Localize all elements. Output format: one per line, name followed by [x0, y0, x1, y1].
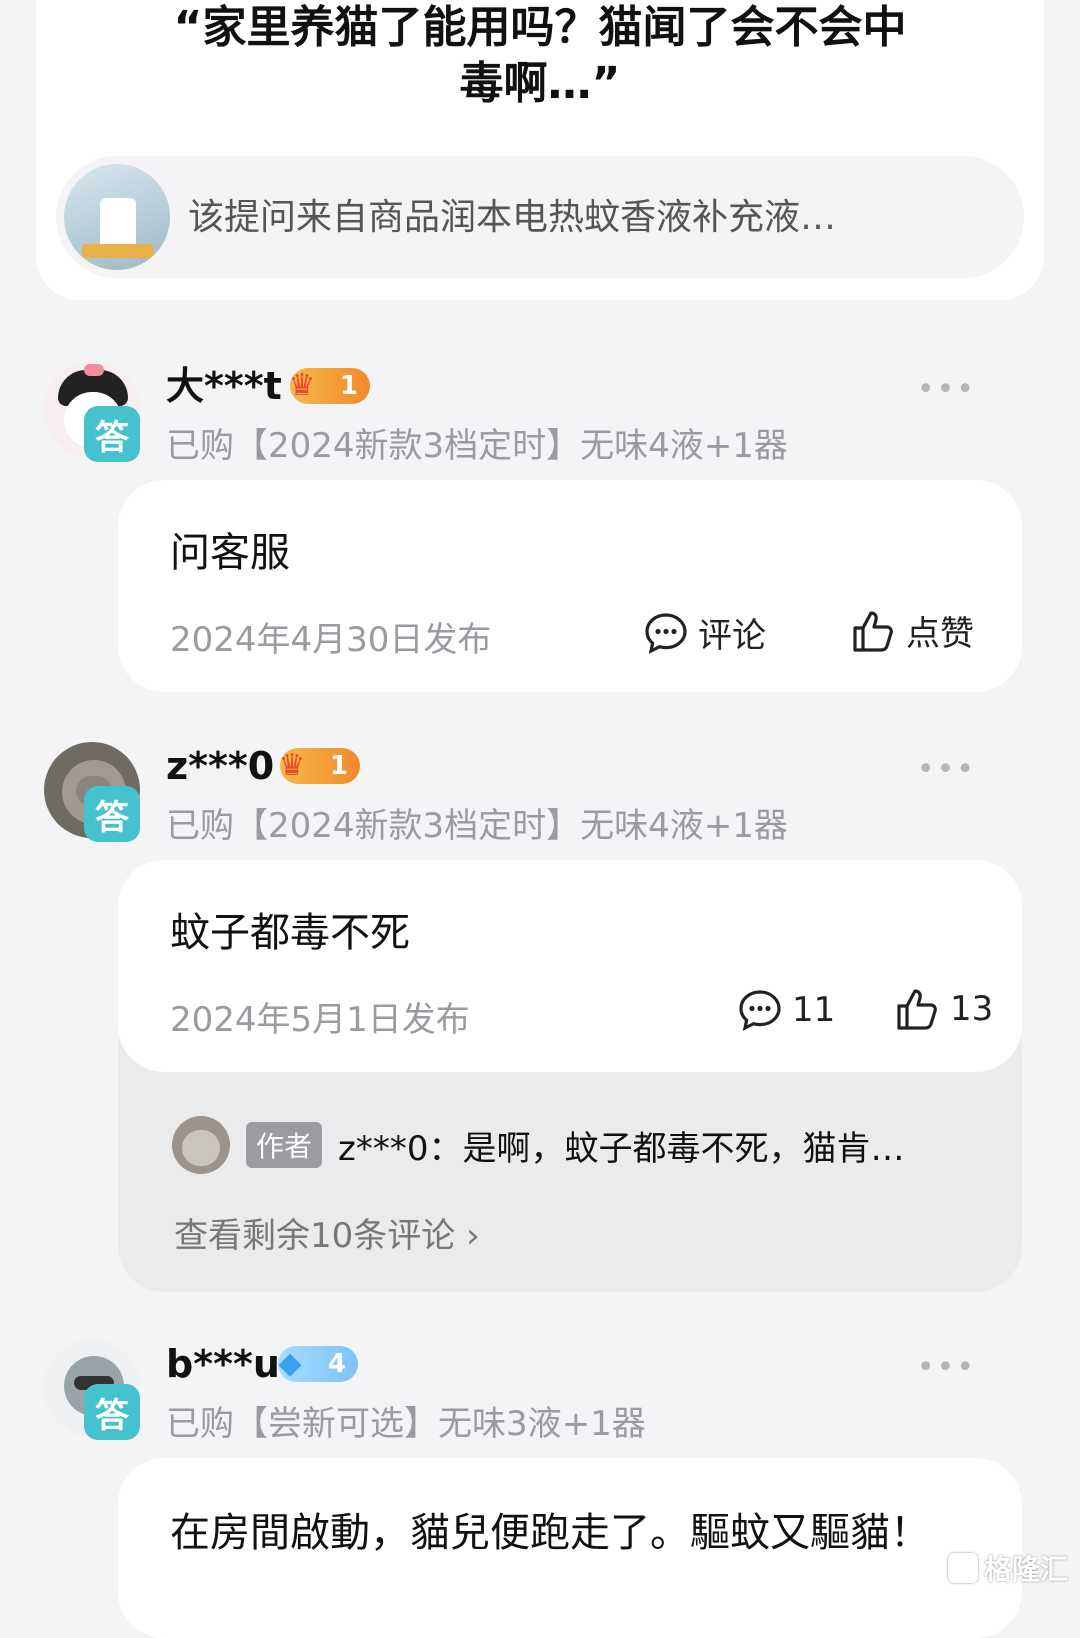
reply-avatar	[172, 1116, 230, 1174]
answer-content: 在房間啟動，貓兒便跑走了。驅蚊又驅貓！	[170, 1510, 930, 1556]
like-button[interactable]: 点赞	[850, 606, 974, 655]
purchase-info: 已购【2024新款3档定时】无味4液+1器	[166, 426, 788, 466]
publish-date: 2024年5月1日发布	[170, 1000, 470, 1040]
like-button[interactable]: 13	[894, 986, 993, 1032]
purchase-info: 已购【尝新可选】无味3液+1器	[166, 1404, 646, 1444]
view-more-comments-link[interactable]: 查看剩余10条评论 ›	[174, 1208, 480, 1257]
reply-text: z***0：是啊，蚊子都毒不死，猫肯…	[338, 1128, 905, 1169]
thumbs-up-icon	[897, 989, 937, 1030]
comment-icon	[645, 612, 687, 654]
question-card: “家里养猫了能用吗？猫闻了会不会中毒啊…” 该提问来自商品润本电热蚊香液补充液…	[36, 0, 1044, 300]
answer-badge: 答	[84, 1384, 140, 1440]
username[interactable]: z***0	[166, 742, 274, 790]
crown-icon: ♛	[288, 368, 316, 403]
level-badge: ♛ 1	[279, 748, 360, 784]
answer-bubble: 蚊子都毒不死 2024年5月1日发布 11 13	[118, 860, 1022, 1072]
more-options-icon[interactable]: •••	[917, 752, 976, 787]
username[interactable]: b***u	[166, 1340, 280, 1388]
diamond-icon: ◆	[278, 1346, 302, 1381]
product-source-text: 该提问来自商品润本电热蚊香液补充液…	[188, 197, 837, 238]
more-options-icon[interactable]: •••	[917, 372, 976, 407]
thumbs-up-icon	[853, 610, 893, 652]
comment-icon	[739, 990, 781, 1031]
author-tag: 作者	[246, 1122, 323, 1168]
level-badge: ◆ 4	[278, 1346, 358, 1382]
comment-button[interactable]: 11	[738, 988, 835, 1032]
publish-date: 2024年4月30日发布	[170, 620, 492, 660]
purchase-info: 已购【2024新款3档定时】无味4液+1器	[166, 806, 788, 846]
product-source-link[interactable]: 该提问来自商品润本电热蚊香液补充液…	[56, 156, 1024, 278]
question-title: “家里养猫了能用吗？猫闻了会不会中毒啊…”	[173, 2, 907, 109]
level-badge: ♛ 1	[289, 368, 370, 404]
product-thumbnail	[64, 164, 170, 270]
crown-icon: ♛	[278, 748, 306, 783]
reply-row[interactable]: 作者 z***0：是啊，蚊子都毒不死，猫肯…	[172, 1116, 905, 1174]
watermark-logo-icon	[947, 1553, 978, 1583]
answer-badge: 答	[84, 406, 140, 462]
answer-bubble: 问客服 2024年4月30日发布 评论 点赞	[118, 480, 1022, 692]
answer-bubble: 在房間啟動，貓兒便跑走了。驅蚊又驅貓！	[118, 1458, 1022, 1638]
comment-button[interactable]: 评论	[644, 608, 766, 657]
answer-content: 蚊子都毒不死	[170, 910, 410, 956]
username[interactable]: 大***t	[166, 362, 282, 410]
more-options-icon[interactable]: •••	[917, 1350, 976, 1385]
answer-content: 问客服	[170, 530, 290, 576]
watermark: 格隆汇	[947, 1548, 1068, 1588]
answer-badge: 答	[84, 786, 140, 842]
